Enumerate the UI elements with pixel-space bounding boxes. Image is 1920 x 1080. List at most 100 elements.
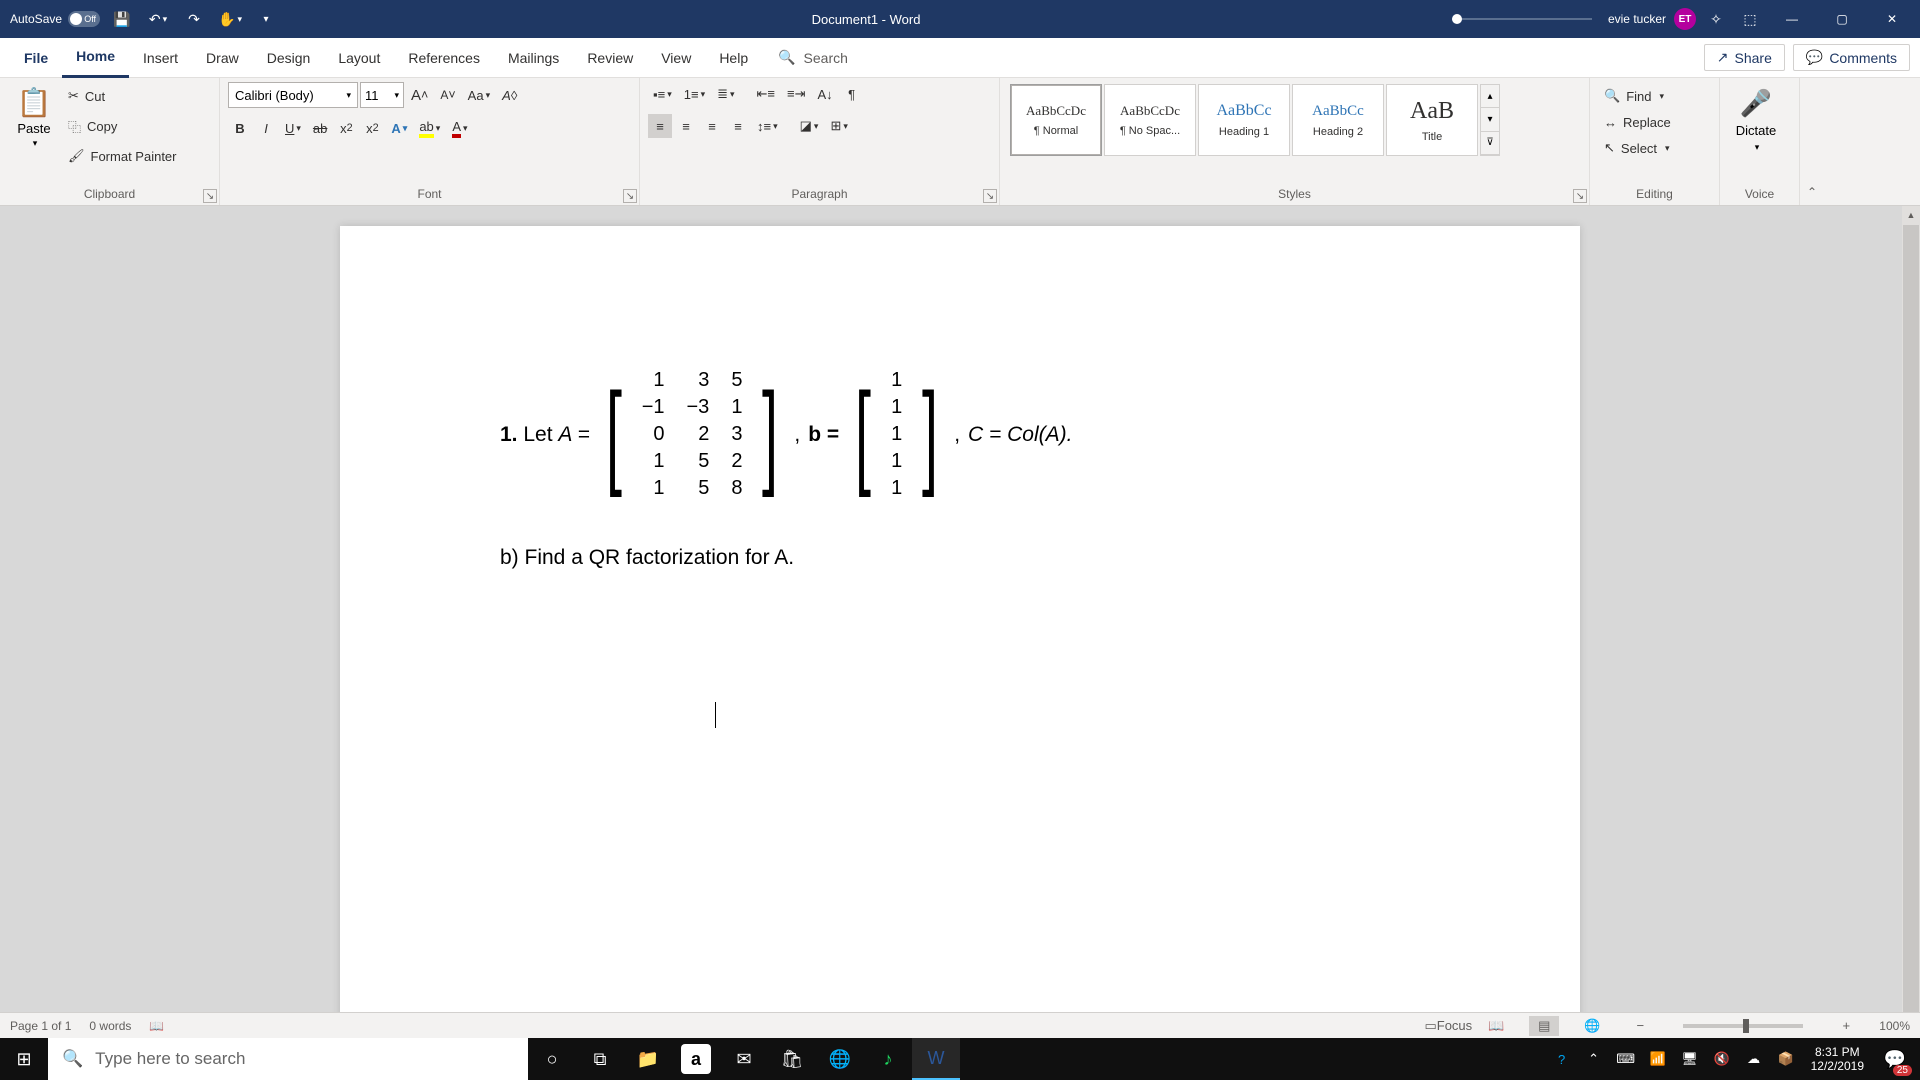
- explorer-icon[interactable]: 📁: [624, 1038, 672, 1080]
- scroll-thumb[interactable]: [1903, 225, 1919, 1019]
- find-button[interactable]: 🔍Find▾: [1600, 84, 1675, 108]
- undo-icon[interactable]: ↶▾: [144, 5, 172, 33]
- tab-home[interactable]: Home: [62, 38, 129, 78]
- dictate-button[interactable]: 🎤 Dictate ▾: [1728, 82, 1784, 159]
- subscript-button[interactable]: x2: [334, 116, 358, 140]
- style-item-normal[interactable]: AaBbCcDc ¶ Normal: [1010, 84, 1102, 156]
- volume-icon[interactable]: 🔇: [1707, 1038, 1737, 1080]
- tab-mailings[interactable]: Mailings: [494, 38, 573, 78]
- underline-button[interactable]: U▾: [280, 116, 306, 140]
- spotify-icon[interactable]: ♪: [864, 1038, 912, 1080]
- style-item-heading1[interactable]: AaBbCc Heading 1: [1198, 84, 1290, 156]
- font-launcher[interactable]: ↘: [623, 189, 637, 203]
- align-right-button[interactable]: ≡: [700, 114, 724, 138]
- line-spacing-button[interactable]: ↕≡▾: [752, 114, 783, 138]
- mail-icon[interactable]: ✉: [720, 1038, 768, 1080]
- touch-mode-icon[interactable]: ✋▾: [216, 5, 244, 33]
- help-icon[interactable]: ?: [1547, 1038, 1577, 1080]
- paste-button[interactable]: 📋 Paste ▾: [8, 82, 60, 153]
- cut-button[interactable]: ✂Cut: [64, 84, 181, 108]
- gallery-scroll[interactable]: ▴ ▾ ⊽: [1480, 84, 1500, 156]
- start-button[interactable]: ⊞: [0, 1038, 48, 1080]
- notifications-button[interactable]: 💬25: [1874, 1038, 1916, 1080]
- select-button[interactable]: ↖Select▾: [1600, 136, 1675, 160]
- chevron-down-icon[interactable]: ▾: [1481, 108, 1499, 131]
- style-item-heading2[interactable]: AaBbCc Heading 2: [1292, 84, 1384, 156]
- minimize-button[interactable]: —: [1770, 4, 1814, 34]
- tab-view[interactable]: View: [647, 38, 705, 78]
- coming-soon-icon[interactable]: ✧: [1702, 5, 1730, 33]
- tab-file[interactable]: File: [10, 38, 62, 78]
- dropbox-icon[interactable]: 📦: [1771, 1038, 1801, 1080]
- gallery-more-icon[interactable]: ⊽: [1481, 132, 1499, 155]
- strikethrough-button[interactable]: ab: [308, 116, 332, 140]
- vertical-scrollbar[interactable]: ▲ ▼: [1902, 206, 1920, 1038]
- multilevel-button[interactable]: ≣▾: [712, 82, 739, 106]
- replace-button[interactable]: ↔Replace: [1600, 110, 1675, 134]
- comments-button[interactable]: 💬Comments: [1793, 44, 1910, 71]
- font-color-button[interactable]: A▾: [447, 116, 472, 140]
- cortana-icon[interactable]: ○: [528, 1038, 576, 1080]
- zoom-out-button[interactable]: −: [1625, 1016, 1655, 1036]
- amazon-icon[interactable]: a: [681, 1044, 711, 1074]
- scroll-up-icon[interactable]: ▲: [1902, 206, 1920, 224]
- align-left-button[interactable]: ≡: [648, 114, 672, 138]
- tell-me-search[interactable]: 🔍 Search: [762, 49, 864, 66]
- share-button[interactable]: ↗Share: [1704, 44, 1785, 71]
- page-count[interactable]: Page 1 of 1: [10, 1019, 71, 1033]
- print-layout-button[interactable]: ▤: [1529, 1016, 1559, 1036]
- tab-draw[interactable]: Draw: [192, 38, 253, 78]
- tab-design[interactable]: Design: [253, 38, 325, 78]
- paragraph-launcher[interactable]: ↘: [983, 189, 997, 203]
- simplified-ribbon-slider[interactable]: [1452, 18, 1592, 20]
- taskbar-search[interactable]: 🔍 Type here to search: [48, 1038, 528, 1080]
- show-marks-button[interactable]: ¶: [840, 82, 864, 106]
- tab-help[interactable]: Help: [705, 38, 762, 78]
- page[interactable]: 1. Let A = [ 135 −1−31 023 152 158 ] , b…: [340, 226, 1580, 1038]
- decrease-indent-button[interactable]: ⇤≡: [752, 82, 780, 106]
- tab-review[interactable]: Review: [573, 38, 647, 78]
- autosave-toggle[interactable]: AutoSave Off: [10, 11, 100, 27]
- collapse-ribbon-button[interactable]: ⌃: [1800, 78, 1824, 205]
- font-size-combo[interactable]: 11▾: [360, 82, 404, 108]
- chevron-up-icon[interactable]: ▴: [1481, 85, 1499, 108]
- store-icon[interactable]: 🛍: [768, 1038, 816, 1080]
- shrink-font-button[interactable]: A˅: [435, 83, 460, 107]
- redo-icon[interactable]: ↷: [180, 5, 208, 33]
- user-account[interactable]: evie tucker ET: [1608, 8, 1696, 30]
- wifi-icon[interactable]: 📶: [1643, 1038, 1673, 1080]
- copy-button[interactable]: ⿻Copy: [64, 114, 181, 138]
- shading-button[interactable]: ◪▾: [795, 114, 824, 138]
- style-item-nospacing[interactable]: AaBbCcDc ¶ No Spac...: [1104, 84, 1196, 156]
- italic-button[interactable]: I: [254, 116, 278, 140]
- change-case-button[interactable]: Aa▾: [463, 83, 495, 107]
- styles-launcher[interactable]: ↘: [1573, 189, 1587, 203]
- maximize-button[interactable]: ▢: [1820, 4, 1864, 34]
- bullets-button[interactable]: ▪≡▾: [648, 82, 677, 106]
- ribbon-display-icon[interactable]: ⬚: [1736, 5, 1764, 33]
- zoom-slider[interactable]: [1683, 1024, 1803, 1028]
- text-effects-button[interactable]: A▾: [386, 116, 412, 140]
- styles-gallery[interactable]: AaBbCcDc ¶ Normal AaBbCcDc ¶ No Spac... …: [1008, 82, 1502, 158]
- word-count[interactable]: 0 words: [89, 1019, 131, 1033]
- sort-button[interactable]: A↓: [813, 82, 838, 106]
- task-view-icon[interactable]: ⧉: [576, 1038, 624, 1080]
- style-item-title[interactable]: AaB Title: [1386, 84, 1478, 156]
- increase-indent-button[interactable]: ≡⇥: [782, 82, 810, 106]
- chrome-icon[interactable]: 🌐: [816, 1038, 864, 1080]
- clipboard-launcher[interactable]: ↘: [203, 189, 217, 203]
- save-icon[interactable]: 💾: [108, 5, 136, 33]
- numbering-button[interactable]: 1≡▾: [679, 82, 710, 106]
- align-center-button[interactable]: ≡: [674, 114, 698, 138]
- display-icon[interactable]: 🖥: [1675, 1038, 1705, 1080]
- tab-references[interactable]: References: [394, 38, 494, 78]
- superscript-button[interactable]: x2: [360, 116, 384, 140]
- clock[interactable]: 8:31 PM 12/2/2019: [1803, 1045, 1872, 1074]
- bold-button[interactable]: B: [228, 116, 252, 140]
- zoom-level[interactable]: 100%: [1879, 1019, 1910, 1033]
- focus-mode-button[interactable]: ▭ Focus: [1433, 1016, 1463, 1036]
- read-mode-button[interactable]: 📖: [1481, 1016, 1511, 1036]
- clear-formatting-button[interactable]: A◊: [497, 83, 522, 107]
- tab-insert[interactable]: Insert: [129, 38, 192, 78]
- borders-button[interactable]: ⊞▾: [825, 114, 852, 138]
